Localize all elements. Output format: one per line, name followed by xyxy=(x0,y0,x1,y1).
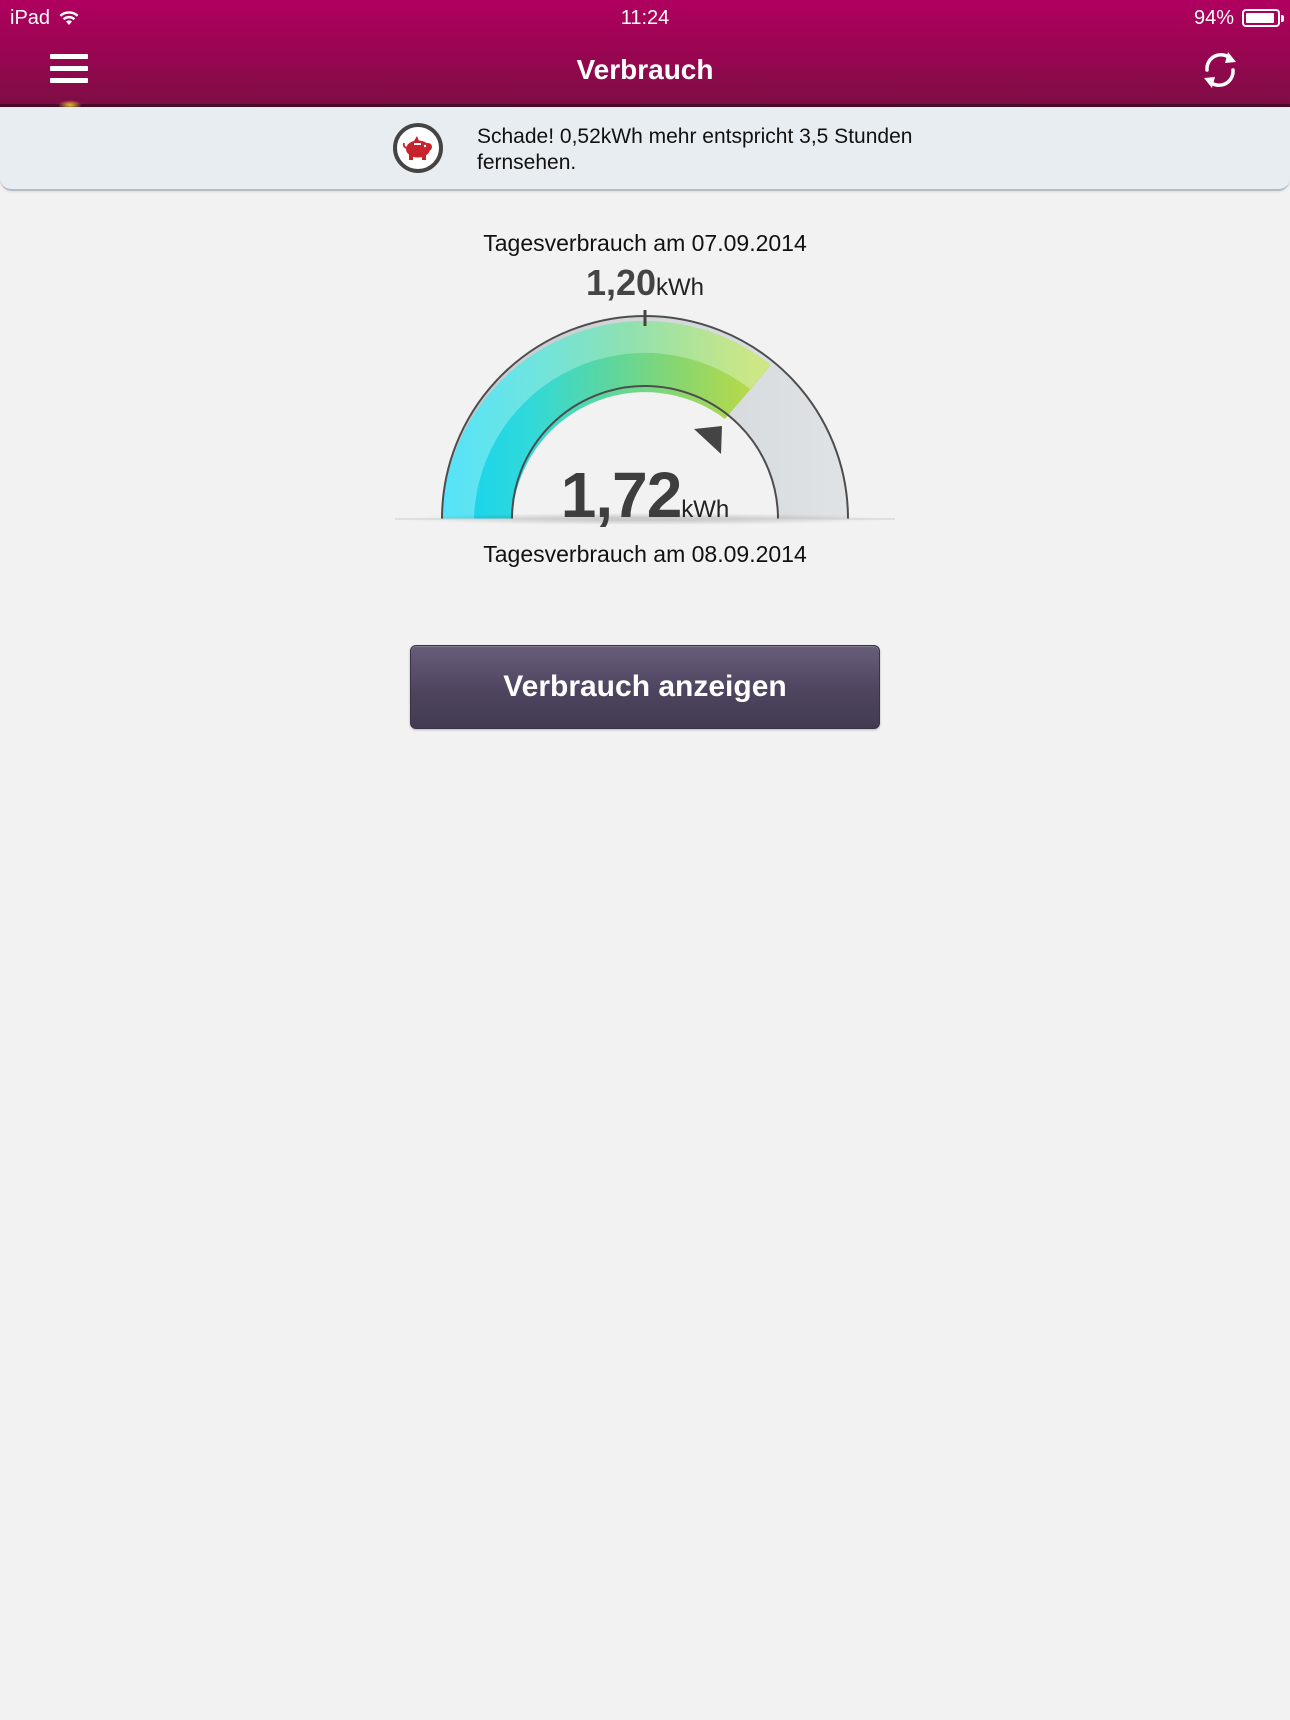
status-battery: 94% xyxy=(1193,6,1284,30)
battery-level-fill xyxy=(1246,13,1275,23)
gauge-pointer xyxy=(694,426,722,454)
current-value-number: 1,72 xyxy=(560,459,683,531)
show-consumption-button[interactable]: Verbrauch anzeigen xyxy=(410,645,880,729)
top-bar: iPad 11:24 94% Verbrauch xyxy=(0,0,1290,110)
previous-day-label: Tagesverbrauch am 07.09.2014 xyxy=(483,230,807,256)
message-banner: Schade! 0,52kWh mehr entspricht 3,5 Stun… xyxy=(0,107,1290,191)
current-value-unit: kWh xyxy=(681,496,730,523)
piggy-bank-icon xyxy=(393,123,443,173)
battery-icon xyxy=(1242,9,1284,27)
previous-value-number: 1,20 xyxy=(585,262,657,303)
banner-message: Schade! 0,52kWh mehr entspricht 3,5 Stun… xyxy=(477,125,913,174)
current-day-label: Tagesverbrauch am 08.09.2014 xyxy=(483,541,807,567)
previous-value-unit: kWh xyxy=(656,274,705,301)
page-title: Verbrauch xyxy=(576,54,714,85)
refresh-icon[interactable] xyxy=(1200,48,1240,92)
battery-tip xyxy=(1281,15,1284,22)
current-value: 1,72kWh xyxy=(0,458,1290,550)
status-time: 11:24 xyxy=(620,7,670,29)
battery-percent: 94% xyxy=(1193,7,1234,29)
